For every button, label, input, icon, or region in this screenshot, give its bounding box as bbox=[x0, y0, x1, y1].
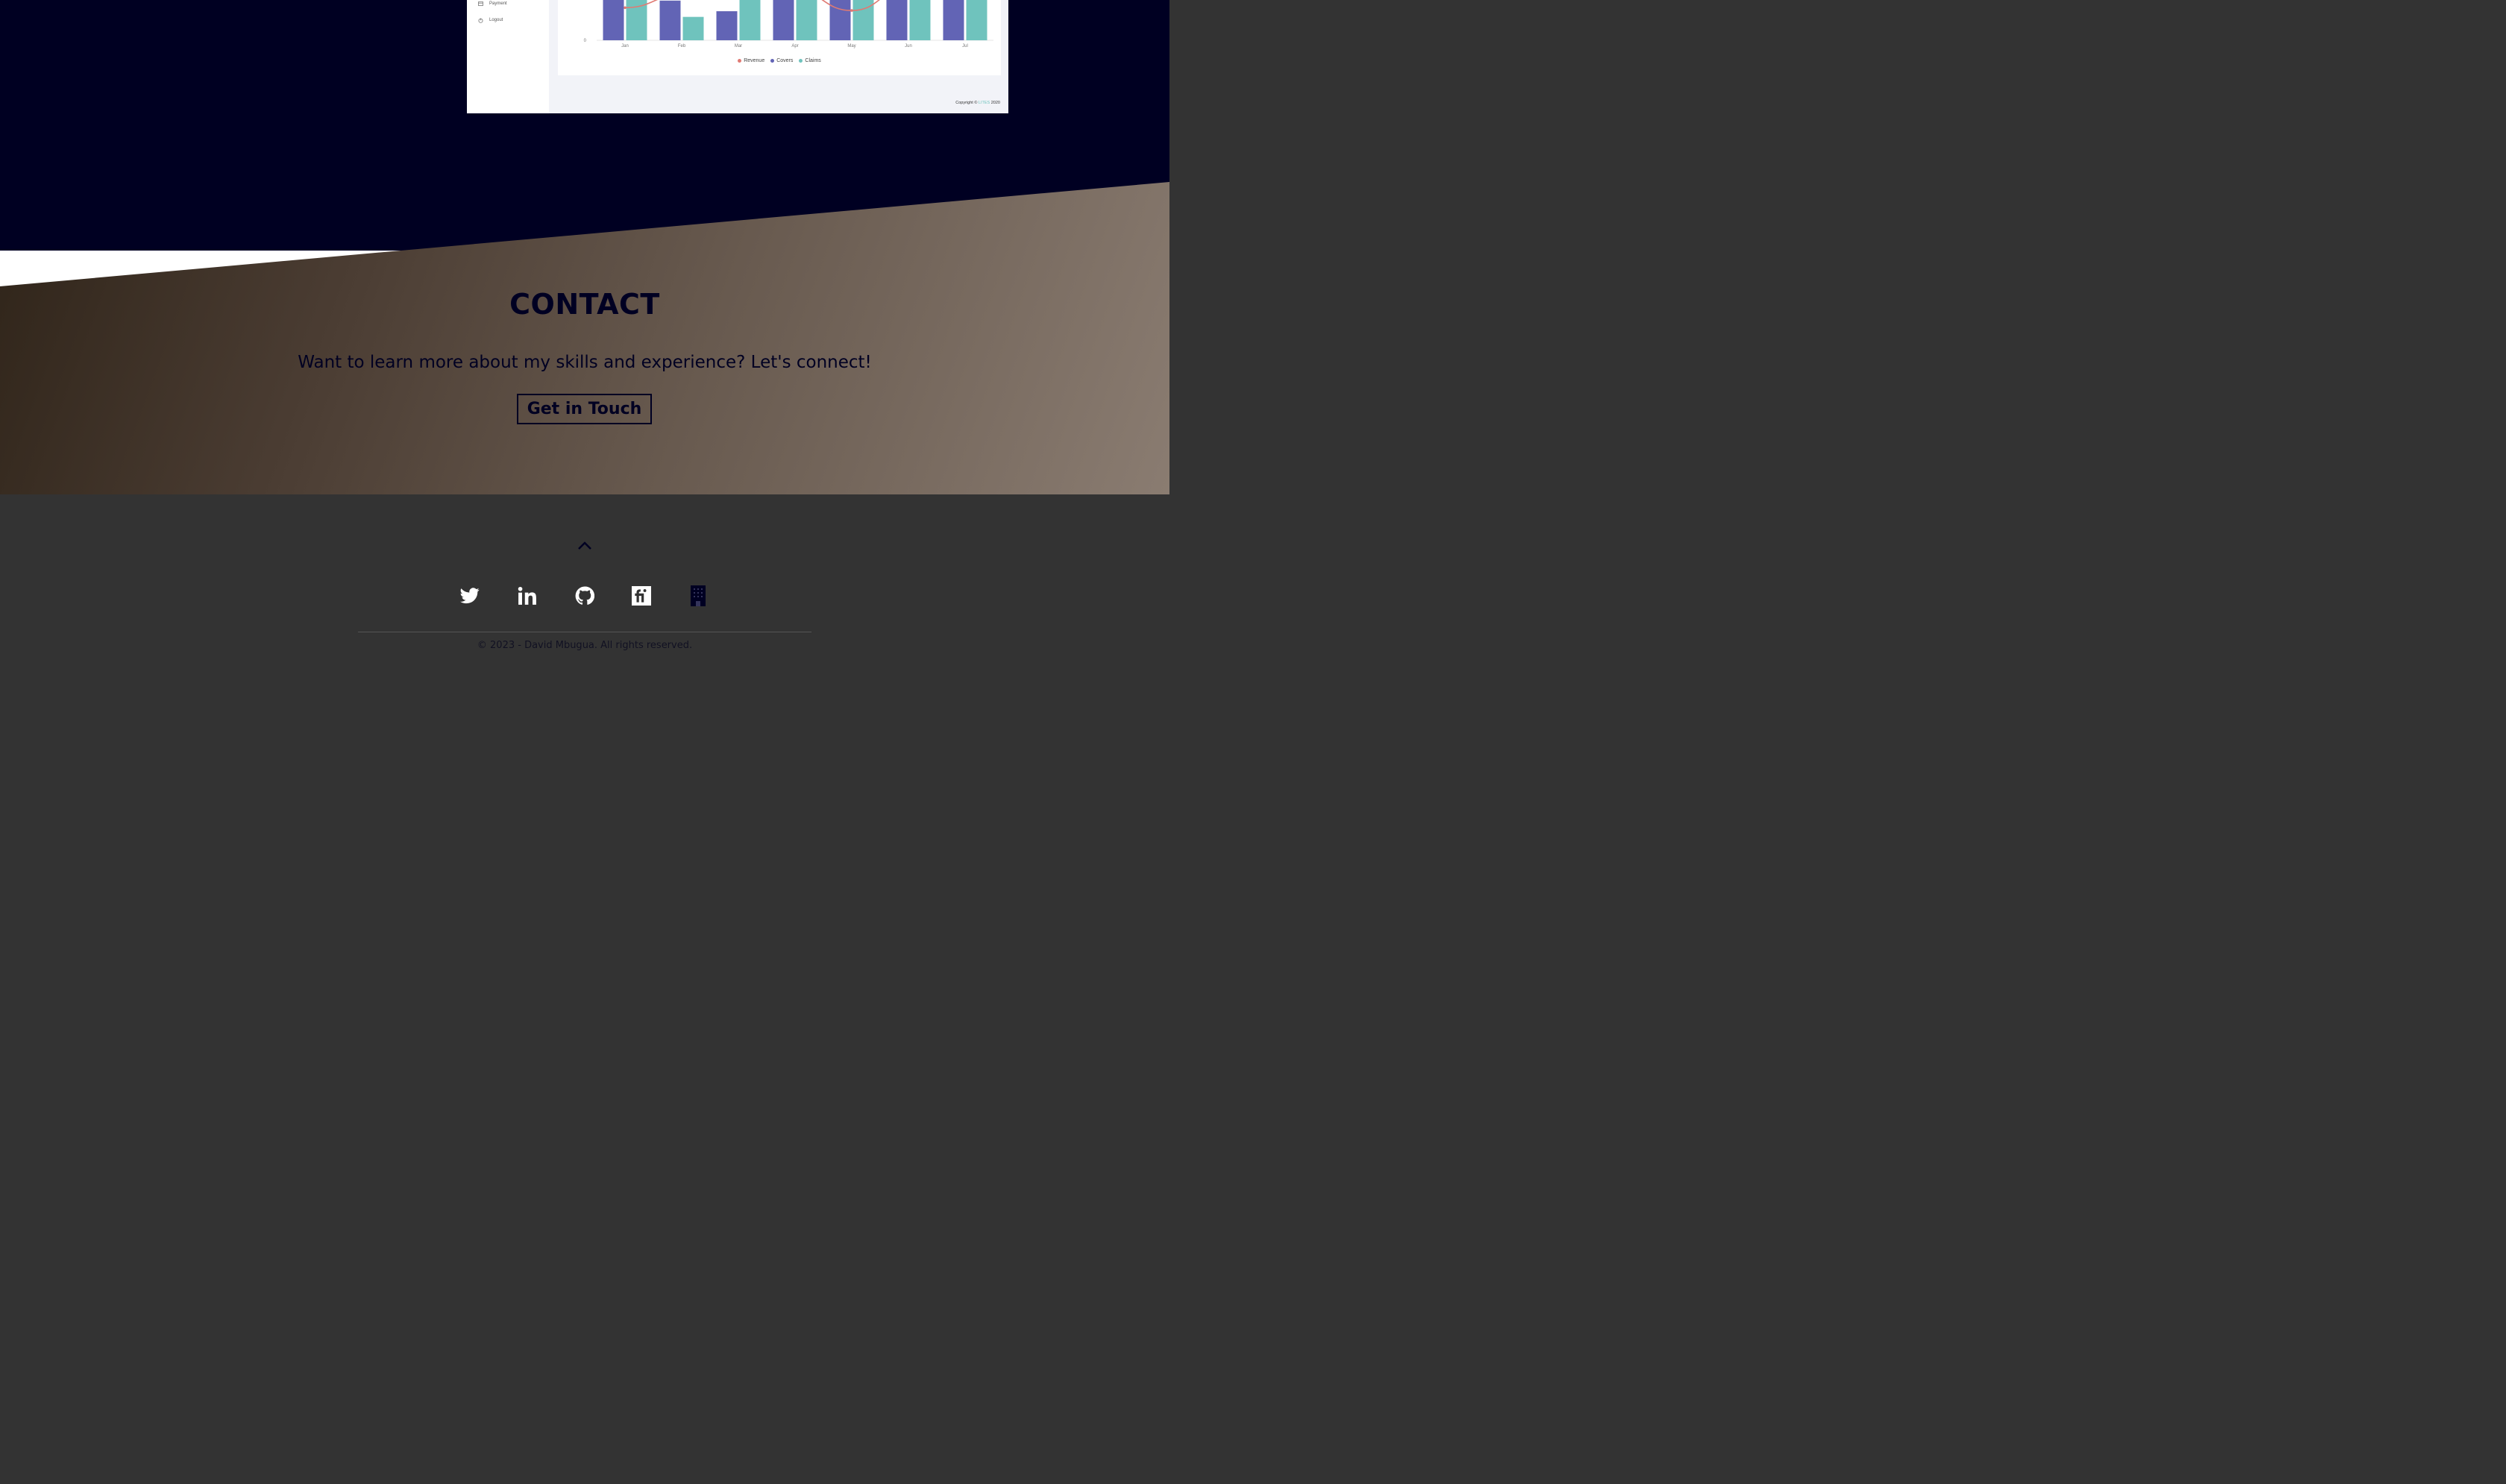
bar-covers bbox=[773, 0, 794, 40]
screenshot-copyright: Copyright © LITES 2020 bbox=[955, 101, 1000, 105]
revenue-dot-icon bbox=[738, 59, 742, 63]
covers-dot-icon bbox=[770, 59, 775, 63]
legend-label: Covers bbox=[776, 58, 794, 63]
copyright-prefix: Copyright © bbox=[955, 101, 978, 105]
x-tick-label: May bbox=[847, 44, 855, 48]
card-icon bbox=[478, 1, 483, 6]
bar-claims bbox=[682, 16, 704, 40]
point-revenue bbox=[624, 6, 626, 10]
contact-text: Want to learn more about my skills and e… bbox=[298, 353, 872, 372]
get-in-touch-button[interactable]: Get in Touch bbox=[517, 394, 652, 424]
y-tick-label: 0 bbox=[584, 39, 587, 43]
bar-covers bbox=[886, 0, 908, 41]
bar-claims bbox=[796, 0, 817, 41]
bar-claims bbox=[909, 0, 931, 41]
bar-covers bbox=[943, 0, 964, 41]
x-tick-label: Jul bbox=[962, 44, 968, 48]
chart-card: 0 Jan Feb Mar Apr May Jun Jul Revenue Covers Cl… bbox=[558, 0, 1001, 75]
fiverr-icon[interactable] bbox=[631, 585, 652, 606]
chevron-up-icon[interactable] bbox=[576, 538, 594, 553]
x-tick-label: Jan bbox=[621, 44, 629, 48]
point-revenue bbox=[850, 9, 853, 12]
linkedin-icon[interactable] bbox=[517, 585, 538, 606]
building-icon[interactable] bbox=[688, 585, 709, 606]
bar-covers bbox=[603, 0, 624, 41]
legend-item-covers: Covers bbox=[770, 58, 793, 63]
claims-dot-icon bbox=[799, 59, 803, 63]
x-tick-label: Mar bbox=[735, 44, 742, 48]
sidebar-item-label: Payment bbox=[489, 1, 507, 6]
bar-claims bbox=[966, 0, 987, 40]
legend-item-claims: Claims bbox=[799, 58, 821, 63]
twitter-icon[interactable] bbox=[459, 585, 480, 606]
bar-covers bbox=[716, 11, 738, 41]
sidebar-item-payment: Payment bbox=[478, 1, 507, 6]
x-tick-label: Feb bbox=[678, 44, 686, 48]
copyright-year: 2020 bbox=[990, 101, 1000, 105]
sidebar-item-logout: Logout bbox=[478, 18, 503, 23]
x-tick-label: Jun bbox=[905, 44, 912, 48]
copyright-brand: LITES bbox=[978, 101, 990, 105]
bar-covers bbox=[659, 0, 681, 41]
legend-item-revenue: Revenue bbox=[738, 58, 764, 63]
social-links bbox=[0, 585, 1169, 606]
bar-claims bbox=[739, 0, 761, 41]
x-tick-label: Apr bbox=[791, 44, 798, 48]
bar-claims bbox=[626, 0, 647, 40]
revenue-chart: 0 Jan Feb Mar Apr May Jun Jul bbox=[584, 0, 993, 48]
footer-copyright: © 2023 - David Mbugua. All rights reserv… bbox=[477, 640, 693, 651]
contact-title: CONTACT bbox=[509, 288, 660, 321]
power-icon bbox=[478, 18, 483, 23]
sidebar-item-label: Logout bbox=[489, 18, 503, 22]
screenshot-sidebar: Payment Logout bbox=[467, 0, 549, 113]
chart-legend: Revenue Covers Claims bbox=[558, 58, 1001, 63]
github-icon[interactable] bbox=[574, 585, 595, 606]
project-screenshot: Payment Logout 0 Jan Feb Mar Apr May Jun Jul Re… bbox=[467, 0, 1008, 113]
legend-label: Claims bbox=[805, 58, 821, 63]
legend-label: Revenue bbox=[744, 58, 765, 63]
